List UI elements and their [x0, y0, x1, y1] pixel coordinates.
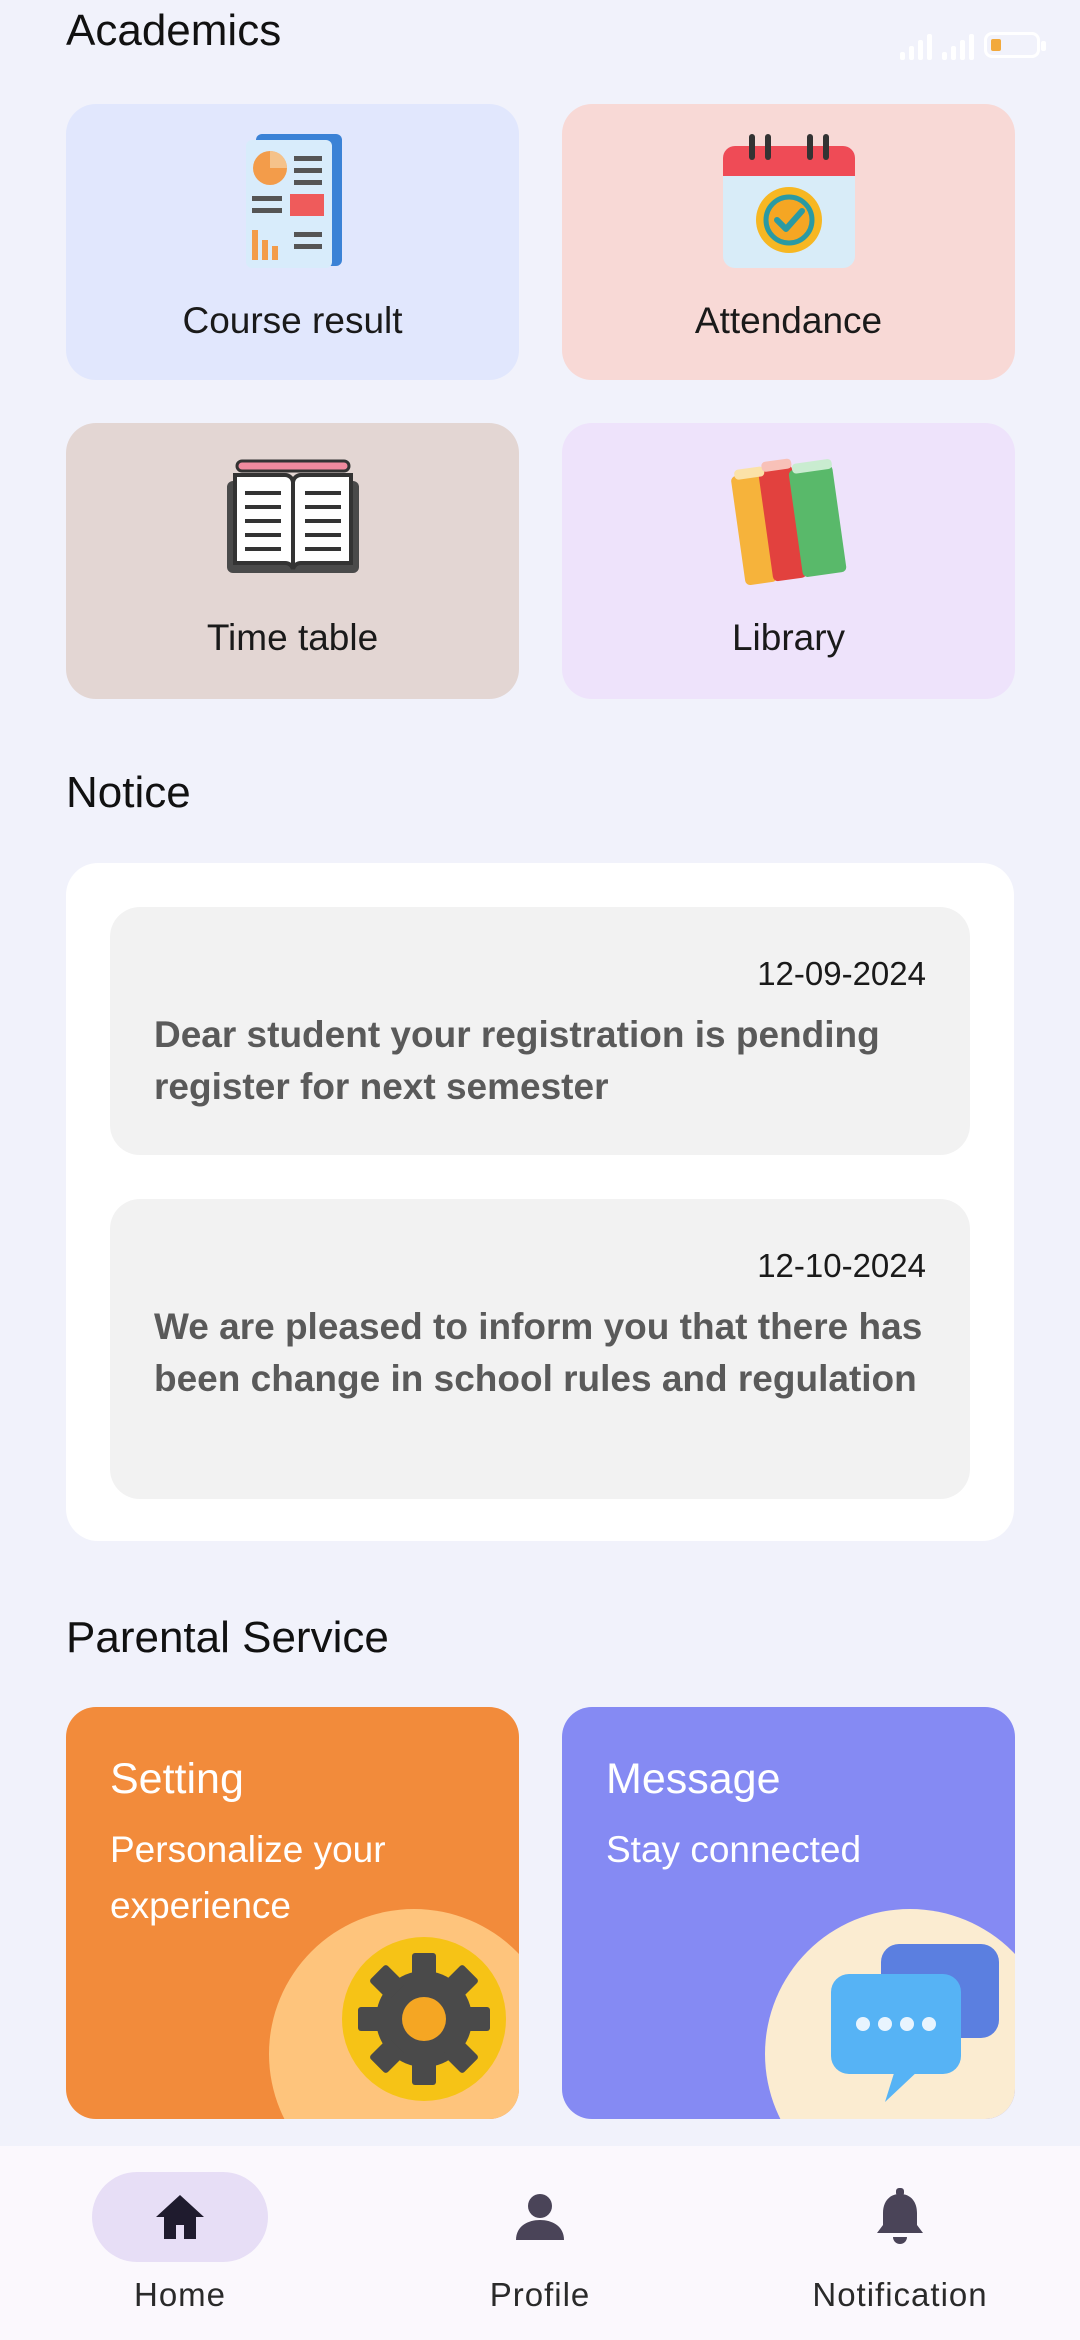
nav-home[interactable]: Home: [30, 2172, 330, 2314]
person-icon: [516, 2194, 564, 2240]
attendance-tile[interactable]: Attendance: [562, 104, 1015, 380]
report-icon: [238, 132, 348, 277]
calendar-check-icon: [719, 132, 859, 277]
bell-icon: [877, 2188, 923, 2244]
open-book-icon: [223, 459, 363, 584]
nav-notification-label: Notification: [812, 2276, 988, 2313]
signal-icon: [900, 30, 932, 60]
status-bar-icons: [900, 30, 1046, 60]
library-label: Library: [731, 617, 846, 658]
parental-service-title: Parental Service: [66, 1613, 389, 1662]
notice-title: Notice: [66, 768, 191, 817]
home-icon: [156, 2195, 204, 2239]
nav-home-pill[interactable]: [92, 2172, 268, 2262]
nav-profile[interactable]: Profile: [390, 2172, 690, 2314]
course-result-tile[interactable]: Course result: [66, 104, 519, 380]
notice-item[interactable]: 12-09-2024 Dear student your registratio…: [110, 907, 970, 1155]
signal-icon-2: [942, 30, 974, 60]
gear-icon: [339, 1934, 509, 2109]
attendance-label: Attendance: [694, 300, 883, 341]
notice-date: 12-09-2024: [757, 955, 926, 992]
books-icon: [729, 449, 849, 594]
notice-text: We are pleased to inform you that there …: [154, 1306, 923, 1399]
academics-title: Academics: [66, 6, 282, 55]
message-title: Message: [606, 1755, 781, 1803]
nav-profile-pill[interactable]: [452, 2172, 628, 2262]
setting-card[interactable]: Setting Personalize your experience: [66, 1707, 519, 2119]
notice-item[interactable]: 12-10-2024 We are pleased to inform you …: [110, 1199, 970, 1499]
message-subtitle: Stay connected: [606, 1829, 862, 1870]
message-card[interactable]: Message Stay connected: [562, 1707, 1015, 2119]
notice-text: Dear student your registration is pendin…: [154, 1014, 880, 1107]
time-table-label: Time table: [206, 617, 379, 658]
nav-profile-label: Profile: [489, 2276, 591, 2313]
setting-title: Setting: [110, 1755, 244, 1803]
chat-bubbles-icon: [825, 1934, 1005, 2109]
notice-date: 12-10-2024: [757, 1247, 926, 1284]
nav-notification[interactable]: Notification: [750, 2172, 1050, 2314]
bottom-navigation: Home Profile Notification: [0, 2146, 1080, 2340]
nav-notification-pill[interactable]: [812, 2172, 988, 2262]
battery-icon: [984, 32, 1046, 58]
notice-card: 12-09-2024 Dear student your registratio…: [66, 863, 1014, 1541]
course-result-label: Course result: [182, 300, 403, 341]
nav-home-label: Home: [133, 2276, 227, 2313]
library-tile[interactable]: Library: [562, 423, 1015, 699]
time-table-tile[interactable]: Time table: [66, 423, 519, 699]
